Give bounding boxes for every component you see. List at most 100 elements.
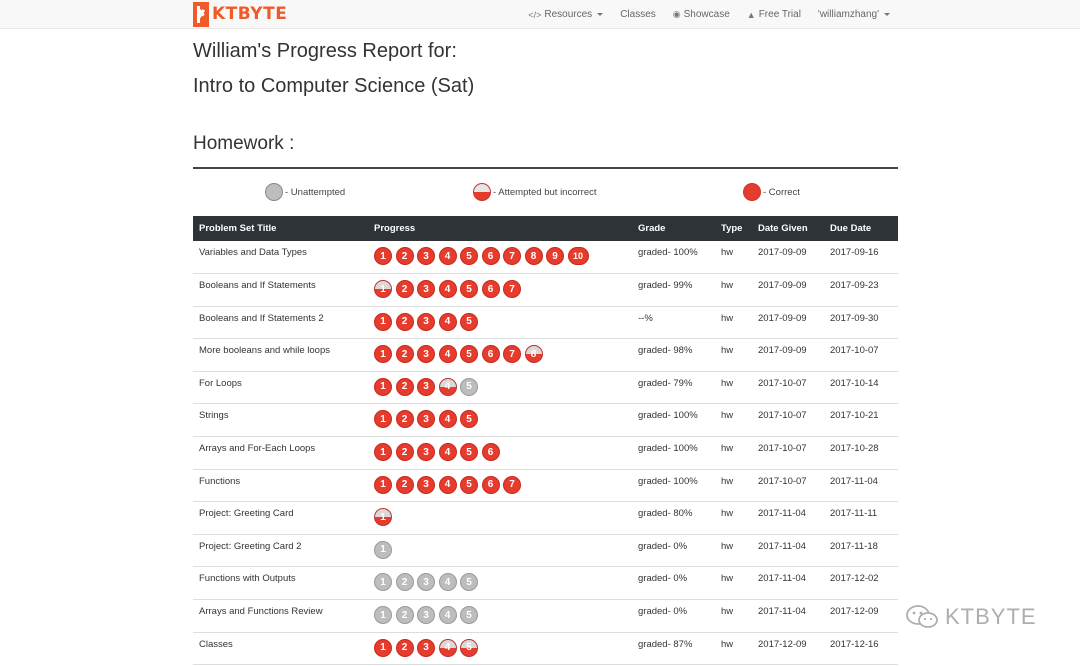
problem-circle-correct[interactable]: 5: [460, 312, 478, 331]
problem-circle-correct[interactable]: 2: [395, 377, 414, 396]
problem-circle-correct[interactable]: 5: [460, 475, 478, 494]
problem-circle-correct[interactable]: 2: [395, 345, 414, 364]
problem-circle-unattempted[interactable]: 3: [417, 573, 435, 592]
nav-user-menu[interactable]: 'williamzhang': [818, 9, 890, 20]
nav-resources[interactable]: </> Resources: [528, 9, 604, 20]
problem-set-title[interactable]: Booleans and If Statements 2: [193, 306, 368, 340]
problem-circle-correct[interactable]: 1: [374, 345, 392, 364]
problem-circle-correct[interactable]: 1: [374, 377, 392, 396]
problem-circle-correct[interactable]: 3: [417, 638, 435, 657]
problem-circle-correct[interactable]: 4: [438, 410, 457, 429]
problem-circle-correct[interactable]: 1: [374, 475, 392, 494]
problem-circle-correct[interactable]: 1: [374, 312, 392, 331]
problem-circle-attempted[interactable]: 4: [438, 638, 457, 657]
problem-circle-correct[interactable]: 6: [481, 345, 500, 364]
problem-circle-unattempted[interactable]: 1: [374, 606, 392, 625]
problem-circle-correct[interactable]: 3: [417, 247, 435, 265]
problem-set-title[interactable]: Functions with Outputs: [193, 566, 368, 601]
problem-circle-unattempted[interactable]: 1: [374, 573, 392, 592]
problem-circle-correct[interactable]: 2: [395, 280, 414, 299]
homework-section-title: Homework :: [193, 133, 295, 154]
problem-circle-attempted[interactable]: 5: [460, 638, 478, 657]
problem-circle-unattempted[interactable]: 5: [460, 573, 478, 592]
problem-set-title[interactable]: Classes: [193, 632, 368, 666]
problem-circle-correct[interactable]: 4: [438, 312, 457, 331]
problem-circle-correct[interactable]: 3: [417, 312, 435, 331]
problem-circle-correct[interactable]: 6: [481, 443, 500, 462]
grade-value: graded- 80%: [632, 501, 715, 535]
problem-circle-correct[interactable]: 4: [438, 345, 457, 364]
problem-set-title[interactable]: Arrays and Functions Review: [193, 599, 368, 633]
problem-set-title[interactable]: For Loops: [193, 371, 368, 405]
problem-circle-correct[interactable]: 3: [417, 475, 435, 494]
problem-circle-correct[interactable]: 2: [395, 475, 414, 494]
problem-circle-correct[interactable]: 5: [460, 410, 478, 429]
problem-set-title[interactable]: Functions: [193, 469, 368, 503]
nav-showcase[interactable]: ◉ Showcase: [673, 9, 730, 20]
problem-set-title[interactable]: Project: Greeting Card: [193, 501, 368, 535]
problem-circle-correct[interactable]: 9: [546, 247, 564, 265]
problem-set-title[interactable]: Strings: [193, 403, 368, 438]
problem-circle-correct[interactable]: 6: [481, 247, 500, 265]
problem-set-title[interactable]: Booleans and If Statements: [193, 273, 368, 307]
brand-logo[interactable]: KTBYTE: [193, 1, 287, 27]
progress-circles: 12345: [374, 410, 626, 429]
problem-circle-correct[interactable]: 6: [481, 475, 500, 494]
problem-circle-correct[interactable]: 1: [374, 443, 392, 462]
caret-down-icon: [597, 13, 604, 16]
problem-circle-correct[interactable]: 3: [417, 377, 435, 396]
problem-set-title[interactable]: Variables and Data Types: [193, 241, 368, 275]
problem-circle-unattempted[interactable]: 1: [374, 540, 392, 559]
problem-circle-correct[interactable]: 7: [503, 475, 521, 494]
problem-circle-correct[interactable]: 5: [460, 443, 478, 462]
problem-circle-correct[interactable]: 4: [438, 280, 457, 299]
problem-circle-correct[interactable]: 1: [374, 247, 392, 265]
problem-circle-unattempted[interactable]: 2: [395, 606, 414, 625]
problem-circle-correct[interactable]: 7: [503, 280, 521, 299]
problem-circle-correct[interactable]: 3: [417, 410, 435, 429]
progress-cell: 12345: [368, 599, 632, 633]
problem-circle-correct[interactable]: 2: [395, 638, 414, 657]
problem-circle-attempted[interactable]: 8: [524, 345, 543, 364]
problem-circle-correct[interactable]: 4: [438, 475, 457, 494]
problem-circle-attempted[interactable]: 1: [374, 280, 392, 299]
problem-circle-unattempted[interactable]: 3: [417, 606, 435, 625]
type-value: hw: [715, 501, 752, 535]
problem-circle-correct[interactable]: 5: [460, 345, 478, 364]
problem-circle-attempted[interactable]: 4: [438, 377, 457, 396]
problem-circle-correct[interactable]: 1: [374, 410, 392, 429]
problem-circle-unattempted[interactable]: 4: [438, 573, 457, 592]
problem-circle-correct[interactable]: 3: [417, 345, 435, 364]
problem-circle-unattempted[interactable]: 4: [438, 606, 457, 625]
problem-circle-attempted[interactable]: 1: [374, 508, 392, 527]
header-due-date: Due Date: [824, 216, 898, 241]
legend-unattempted-label: - Unattempted: [285, 186, 346, 198]
problem-circle-correct[interactable]: 7: [503, 345, 521, 364]
problem-circle-unattempted[interactable]: 5: [460, 606, 478, 625]
problem-circle-correct[interactable]: 7: [503, 247, 521, 265]
problem-circle-correct[interactable]: 3: [417, 280, 435, 299]
problem-set-title[interactable]: Project: Greeting Card 2: [193, 534, 368, 568]
problem-circle-correct[interactable]: 5: [460, 247, 478, 265]
problem-circle-unattempted[interactable]: 2: [395, 573, 414, 592]
problem-circle-correct[interactable]: 3: [417, 443, 435, 462]
nav-free-trial[interactable]: ▲ Free Trial: [747, 9, 801, 20]
problem-circle-correct[interactable]: 2: [395, 410, 414, 429]
problem-circle-correct[interactable]: 4: [438, 443, 457, 462]
problem-circle-correct[interactable]: 2: [395, 247, 414, 265]
problem-circle-correct[interactable]: 2: [395, 312, 414, 331]
problem-set-title[interactable]: Arrays and For-Each Loops: [193, 436, 368, 470]
problem-circle-unattempted[interactable]: 5: [460, 377, 478, 396]
problem-circle-correct[interactable]: 2: [395, 443, 414, 462]
problem-circle-correct[interactable]: 10: [567, 247, 589, 265]
problem-circle-correct[interactable]: 1: [374, 638, 392, 657]
grade-value: graded- 79%: [632, 371, 715, 405]
problem-circle-correct[interactable]: 4: [438, 247, 457, 265]
problem-circle-correct[interactable]: 6: [481, 280, 500, 299]
problem-set-title[interactable]: More booleans and while loops: [193, 338, 368, 372]
progress-cell: 12345: [368, 632, 632, 666]
problem-circle-correct[interactable]: 8: [524, 247, 543, 265]
problem-circle-correct[interactable]: 5: [460, 280, 478, 299]
nav-classes[interactable]: Classes: [620, 9, 656, 20]
due-date-value: 2017-12-16: [824, 632, 898, 666]
